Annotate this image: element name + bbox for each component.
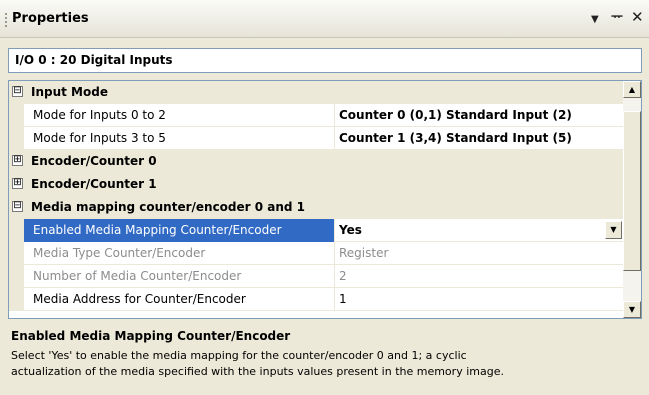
- description-text: Select 'Yes' to enable the media mapping…: [11, 348, 641, 380]
- property-name: Number of Media Counter/Encoder: [24, 265, 335, 288]
- property-row[interactable]: Mode for Inputs 3 to 5 Counter 1 (3,4) S…: [9, 127, 623, 150]
- category-label: Encoder/Counter 1: [31, 177, 157, 191]
- close-icon[interactable]: ✕: [631, 9, 644, 25]
- property-row[interactable]: Number of Media Counter/Encoder 2: [9, 265, 623, 288]
- pin-icon[interactable]: ᅲ: [611, 10, 623, 26]
- vertical-scrollbar[interactable]: ▲ ▼: [623, 81, 641, 318]
- property-value[interactable]: 1: [335, 288, 623, 311]
- description-line: actualization of the media specified wit…: [11, 365, 504, 378]
- expand-icon[interactable]: ⊞: [12, 178, 23, 189]
- expand-icon[interactable]: ⊞: [12, 155, 23, 166]
- description-pane: Enabled Media Mapping Counter/Encoder Se…: [8, 325, 642, 391]
- scroll-up-icon[interactable]: ▲: [623, 81, 641, 98]
- panel-title-bar[interactable]: Properties ▼ ᅲ ✕: [0, 0, 649, 38]
- property-value-combo[interactable]: Yes ▼: [335, 219, 623, 242]
- property-name: Media Address for Counter/Encoder: [24, 288, 335, 311]
- category-label: Input Mode: [31, 85, 108, 99]
- category-label: Media mapping counter/encoder 0 and 1: [31, 200, 306, 214]
- object-selector[interactable]: I/O 0 : 20 Digital Inputs: [8, 48, 642, 73]
- property-row-selected[interactable]: Enabled Media Mapping Counter/Encoder Ye…: [9, 219, 623, 242]
- category-media-mapping[interactable]: ⊟ Media mapping counter/encoder 0 and 1: [9, 196, 623, 219]
- scroll-down-icon[interactable]: ▼: [623, 301, 641, 318]
- property-grid: ⊟ Input Mode Mode for Inputs 0 to 2 Coun…: [8, 80, 642, 319]
- collapse-icon[interactable]: ⊟: [12, 201, 23, 212]
- collapse-icon[interactable]: ⊟: [12, 86, 23, 97]
- property-row[interactable]: Media Type Counter/Encoder Register: [9, 242, 623, 265]
- property-value[interactable]: Counter 1 (3,4) Standard Input (5): [335, 127, 623, 150]
- chevron-down-icon[interactable]: ▼: [605, 221, 622, 239]
- property-name: Media Type Counter/Encoder: [24, 242, 335, 265]
- category-input-mode[interactable]: ⊟ Input Mode: [9, 81, 623, 104]
- property-name: Mode for Inputs 0 to 2: [24, 104, 335, 127]
- description-line: Select 'Yes' to enable the media mapping…: [11, 349, 467, 362]
- category-encoder-counter-0[interactable]: ⊞ Encoder/Counter 0: [9, 150, 623, 173]
- scroll-thumb[interactable]: [623, 111, 641, 271]
- window-menu-dropdown-icon[interactable]: ▼: [591, 12, 599, 28]
- description-title: Enabled Media Mapping Counter/Encoder: [11, 329, 291, 343]
- property-value[interactable]: Counter 0 (0,1) Standard Input (2): [335, 104, 623, 127]
- properties-panel: Properties ▼ ᅲ ✕ I/O 0 : 20 Digital Inpu…: [0, 0, 649, 395]
- drag-grip-icon[interactable]: [5, 13, 7, 27]
- property-row[interactable]: Media Address for Counter/Encoder 1: [9, 288, 623, 311]
- panel-title: Properties: [12, 11, 89, 26]
- category-encoder-counter-1[interactable]: ⊞ Encoder/Counter 1: [9, 173, 623, 196]
- property-name: Mode for Inputs 3 to 5: [24, 127, 335, 150]
- property-name: Enabled Media Mapping Counter/Encoder: [24, 219, 335, 242]
- category-label: Encoder/Counter 0: [31, 154, 157, 168]
- property-row[interactable]: Mode for Inputs 0 to 2 Counter 0 (0,1) S…: [9, 104, 623, 127]
- property-value: 2: [339, 269, 347, 283]
- property-value: Register: [339, 246, 389, 260]
- combo-value: Yes: [339, 223, 362, 237]
